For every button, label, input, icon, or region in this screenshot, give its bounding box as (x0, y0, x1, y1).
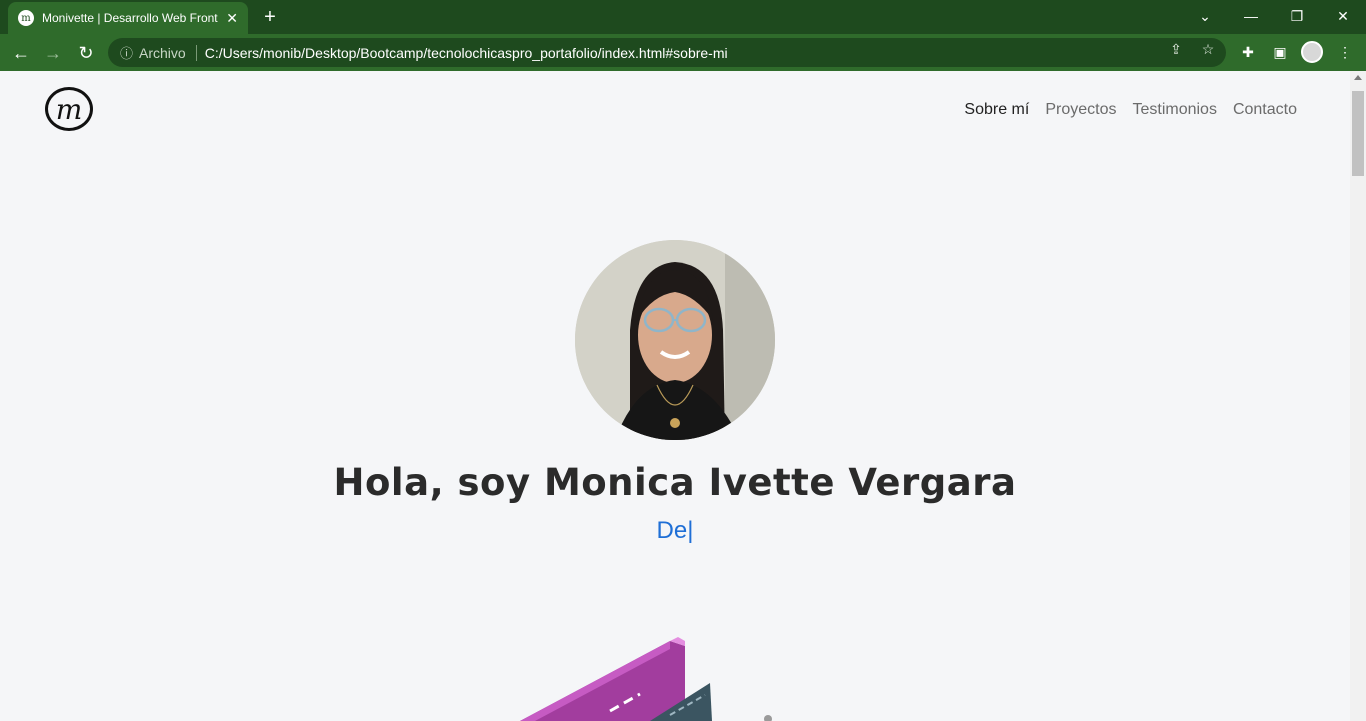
nav-link-proyectos[interactable]: Proyectos (1045, 101, 1116, 119)
maximize-button[interactable]: ❐ (1274, 0, 1320, 34)
hero-heading: Hola, soy Monica Ivette Vergara (333, 461, 1017, 504)
new-tab-button[interactable]: + (258, 5, 282, 29)
url-text[interactable]: C:/Users/monib/Desktop/Bootcamp/tecnoloc… (205, 45, 728, 61)
nav-link-sobre-mi[interactable]: Sobre mí (964, 101, 1029, 119)
site-info-icon[interactable]: ⓘ (120, 43, 133, 62)
site-logo[interactable]: m (45, 87, 93, 131)
tab-search-icon[interactable]: ⌄ (1182, 0, 1228, 34)
main-nav: Sobre mí Proyectos Testimonios Contacto (964, 101, 1297, 119)
omnibox-separator (195, 44, 197, 61)
forward-icon[interactable]: → (40, 40, 66, 66)
scheme-label: Archivo (139, 44, 186, 61)
scrollbar-thumb[interactable] (1352, 91, 1364, 176)
profile-avatar-icon[interactable] (1301, 41, 1323, 63)
hero-illustration (520, 631, 780, 721)
close-window-button[interactable]: ✕ (1320, 0, 1366, 34)
minimize-button[interactable]: — (1228, 0, 1274, 34)
browser-tab[interactable]: m Monivette | Desarrollo Web Front ✕ (8, 2, 248, 34)
profile-photo (575, 240, 775, 440)
address-bar[interactable]: ⓘ Archivo C:/Users/monib/Desktop/Bootcam… (108, 38, 1226, 67)
tab-close-icon[interactable]: ✕ (226, 10, 238, 27)
more-menu-icon[interactable]: ⋮ (1335, 42, 1355, 62)
typed-role-text: De| (656, 517, 694, 544)
extensions-puzzle-icon[interactable]: ✚ (1238, 42, 1258, 62)
page-scrollbar[interactable] (1350, 71, 1366, 721)
tab-title: Monivette | Desarrollo Web Front (42, 11, 218, 25)
nav-link-testimonios[interactable]: Testimonios (1132, 101, 1216, 119)
browser-toolbar: ← → ↻ ⓘ Archivo C:/Users/monib/Desktop/B… (0, 34, 1366, 71)
nav-link-contacto[interactable]: Contacto (1233, 101, 1297, 119)
reload-icon[interactable]: ↻ (73, 40, 99, 66)
scroll-up-arrow-icon[interactable] (1354, 75, 1362, 80)
bookmark-star-icon[interactable]: ☆ (1199, 40, 1217, 58)
share-icon[interactable]: ⇪ (1167, 40, 1185, 58)
site-favicon-icon: m (18, 10, 34, 26)
browser-tab-strip: m Monivette | Desarrollo Web Front ✕ + ⌄… (0, 0, 1366, 34)
side-panel-icon[interactable]: ▣ (1270, 42, 1290, 62)
back-icon[interactable]: ← (8, 40, 34, 66)
webpage: m Sobre mí Proyectos Testimonios Contact… (0, 71, 1350, 721)
